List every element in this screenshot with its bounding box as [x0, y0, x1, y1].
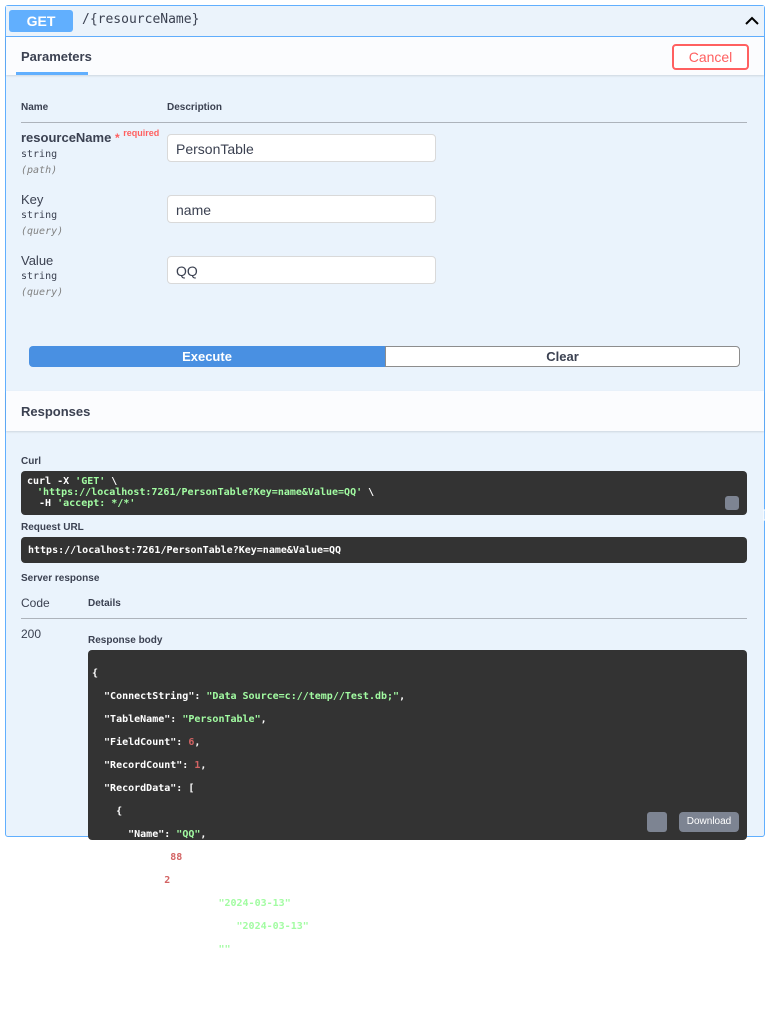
- json-line: "Age": 88,: [92, 851, 189, 863]
- required-label: required: [123, 128, 160, 138]
- tab-underline: [16, 72, 88, 75]
- execute-button[interactable]: Execute: [29, 346, 385, 367]
- json-number: 2: [164, 874, 171, 886]
- chevron-up-icon[interactable]: [744, 13, 760, 29]
- param-location: (query): [21, 287, 64, 298]
- tab-parameters[interactable]: Parameters: [21, 49, 92, 64]
- curl-code-block[interactable]: curl -X 'GET' \ 'https://localhost:7261/…: [21, 471, 770, 521]
- param-name-value: Value: [21, 253, 54, 268]
- json-line: {: [92, 805, 123, 817]
- value-input[interactable]: QQ: [167, 256, 436, 284]
- param-type: string: [21, 149, 58, 160]
- curl-command: curl -X: [27, 476, 76, 487]
- json-line: "FieldCount": 6,: [92, 736, 201, 748]
- resourcename-input[interactable]: PersonTable: [167, 134, 436, 162]
- json-line: ]: [92, 989, 111, 1001]
- request-url-block[interactable]: https://localhost:7261/PersonTable?Key=n…: [21, 537, 747, 563]
- param-name-text: resourceName: [21, 130, 112, 145]
- curl-header-flag: -H: [27, 498, 58, 509]
- json-line: "Name": "QQ",: [92, 828, 207, 840]
- responses-title: Responses: [21, 404, 91, 419]
- status-code: 200: [21, 627, 42, 641]
- copy-icon[interactable]: [725, 496, 770, 521]
- param-type: string: [21, 271, 58, 282]
- curl-header-value: 'accept: */*': [57, 498, 136, 509]
- json-line: "RecordCount": 1,: [92, 759, 207, 771]
- param-location: (path): [21, 165, 58, 176]
- name-column-header: Name: [21, 102, 49, 113]
- curl-line-3: -H 'accept: */*': [27, 498, 135, 510]
- json-number: 6: [188, 736, 195, 748]
- json-line: "RecordData": [: [92, 782, 195, 794]
- copy-icon[interactable]: [647, 812, 667, 832]
- request-url-text: https://localhost:7261/PersonTable?Key=n…: [28, 545, 342, 556]
- json-string: "PersonTable": [182, 713, 261, 725]
- json-line: "LastModifyDate": "2024-03-13",: [92, 920, 315, 932]
- param-type: string: [21, 210, 58, 221]
- json-line: "ConnectString": "Data Source=c://temp//…: [92, 690, 406, 702]
- required-star: *: [114, 131, 120, 145]
- curl-line-1: curl -X 'GET' \: [27, 476, 117, 488]
- json-string: "": [218, 943, 231, 955]
- http-method-badge: GET: [9, 10, 73, 32]
- json-string: "2024-03-13": [218, 897, 291, 909]
- responses-header: Responses: [6, 391, 764, 431]
- json-line: "CreatorName": "": [92, 943, 231, 955]
- curl-line-2: 'https://localhost:7261/PersonTable?Key=…: [37, 487, 374, 499]
- curl-url: 'https://localhost:7261/PersonTable?Key=…: [37, 487, 363, 498]
- server-response-label: Server response: [21, 573, 100, 584]
- param-name-key: Key: [21, 192, 44, 207]
- operation-block: GET /{resourceName} Parameters Cancel Na…: [5, 5, 770, 1001]
- details-column-header: Details: [88, 598, 121, 609]
- json-string: "2024-03-13": [236, 920, 309, 932]
- json-number: 88: [170, 851, 183, 863]
- parameters-header: Parameters Cancel: [6, 37, 764, 75]
- json-line: }: [92, 966, 123, 978]
- operation-summary[interactable]: GET /{resourceName}: [6, 6, 764, 37]
- json-string: "Data Source=c://temp//Test.db;": [206, 690, 400, 702]
- line-continuation: \: [362, 487, 375, 498]
- header-divider: [21, 122, 747, 123]
- description-column-header: Description: [167, 102, 223, 113]
- param-location: (query): [21, 226, 64, 237]
- code-column-header: Code: [21, 596, 50, 610]
- key-input[interactable]: name: [167, 195, 436, 223]
- download-button[interactable]: Download: [679, 812, 739, 832]
- clear-button[interactable]: Clear: [385, 346, 740, 367]
- curl-label: Curl: [21, 456, 41, 467]
- json-number: 1: [194, 759, 201, 771]
- request-url-label: Request URL: [21, 522, 84, 533]
- json-line: "Id": 2,: [92, 874, 177, 886]
- cancel-button[interactable]: Cancel: [672, 44, 749, 70]
- curl-method: 'GET': [75, 476, 106, 487]
- json-line: {: [92, 667, 99, 679]
- response-divider: [21, 618, 747, 619]
- param-name-resourcename: resourceName * required: [21, 128, 160, 145]
- json-line: "TableName": "PersonTable",: [92, 713, 267, 725]
- line-continuation: \: [105, 476, 118, 487]
- response-body-label: Response body: [88, 635, 163, 646]
- json-string: "QQ": [176, 828, 201, 840]
- json-line: "CreatedDate": "2024-03-13",: [92, 897, 297, 909]
- operation-path: /{resourceName}: [82, 12, 200, 27]
- response-json: { "ConnectString": "Data Source=c://temp…: [92, 656, 405, 1024]
